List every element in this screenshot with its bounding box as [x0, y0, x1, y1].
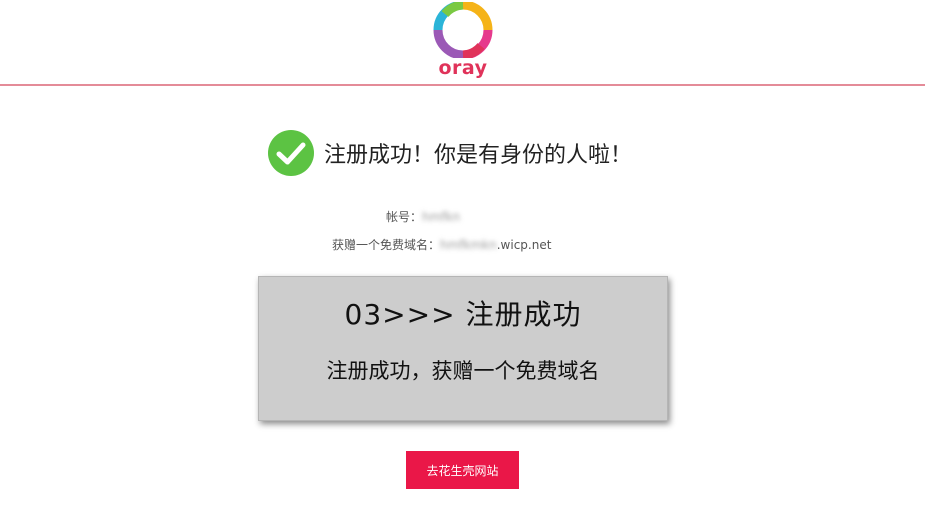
domain-suffix: .wicp.net	[496, 238, 552, 252]
go-to-oray-button[interactable]: 去花生壳网站	[406, 451, 519, 489]
domain-label: 获赠一个免费域名：	[332, 238, 441, 252]
domain-info: 获赠一个免费域名：hmfkmkn.wicp.net	[280, 236, 722, 253]
step-overlay: 03>>> 注册成功 注册成功，获赠一个免费域名	[258, 276, 668, 421]
overlay-description: 注册成功，获赠一个免费域名	[326, 359, 600, 383]
account-label: 帐号：	[386, 210, 423, 224]
account-info: 帐号：hmfkn	[280, 208, 776, 225]
header-divider	[0, 84, 925, 86]
success-title: 注册成功！你是有身份的人啦！	[324, 143, 633, 168]
header: oray	[0, 0, 925, 84]
logo-text: oray	[438, 57, 488, 79]
overlay-step-title: 03>>> 注册成功	[344, 298, 582, 331]
oray-logo[interactable]: oray	[433, 2, 493, 82]
oray-ring-logo-icon	[433, 2, 493, 58]
success-row: 注册成功！你是有身份的人啦！	[268, 128, 632, 178]
account-value: hmfkn	[422, 210, 461, 224]
domain-prefix: hmfkmkn	[440, 238, 497, 252]
check-circle-icon	[268, 130, 314, 176]
